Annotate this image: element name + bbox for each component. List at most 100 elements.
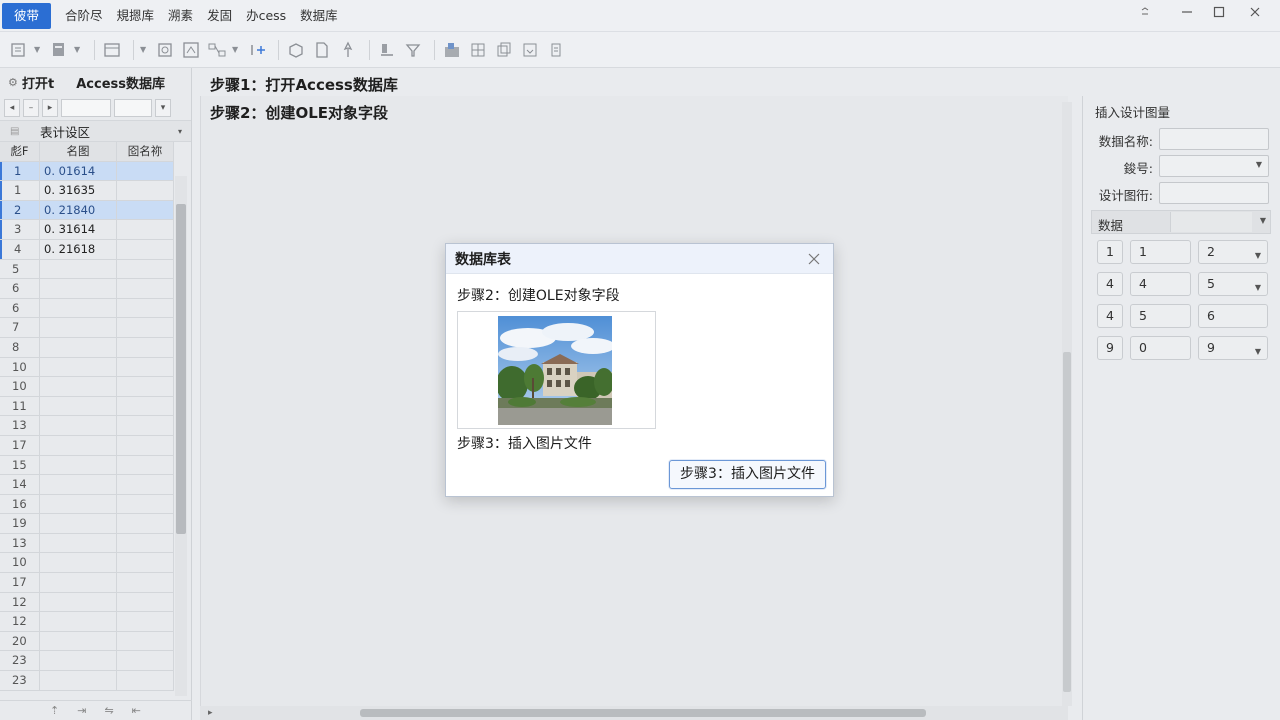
data-value-cell[interactable]: 4: [1130, 272, 1191, 296]
row-number-cell[interactable]: 10: [0, 377, 40, 396]
next-record-button[interactable]: ▸: [42, 99, 58, 117]
link-icon[interactable]: ⇋: [104, 704, 113, 717]
name-cell[interactable]: [40, 631, 117, 651]
data-section-select[interactable]: [1170, 212, 1252, 232]
alias-cell[interactable]: [117, 514, 174, 533]
package-icon[interactable]: [285, 39, 307, 61]
table-row[interactable]: 23: [0, 651, 174, 672]
table-row[interactable]: 19: [0, 514, 174, 534]
table-row[interactable]: 6: [0, 298, 174, 319]
name-cell[interactable]: 0. 21618: [40, 239, 117, 259]
name-cell[interactable]: [40, 298, 117, 318]
menu-item-2[interactable]: 合阶尽: [59, 0, 109, 32]
name-cell[interactable]: [40, 573, 117, 592]
row-number-cell[interactable]: 8: [0, 337, 40, 357]
alias-cell[interactable]: [117, 631, 174, 651]
name-cell[interactable]: [40, 318, 117, 337]
row-number-cell[interactable]: 1: [0, 181, 40, 200]
column-header-name[interactable]: 名图: [40, 142, 117, 161]
gear-icon[interactable]: ⚙: [8, 76, 22, 89]
alias-cell[interactable]: [117, 337, 174, 357]
up-arrow-icon[interactable]: ⇡: [50, 704, 59, 717]
relationships-icon[interactable]: [206, 39, 228, 61]
alias-cell[interactable]: [117, 200, 174, 220]
table-row[interactable]: 5: [0, 259, 174, 280]
help-icon[interactable]: [1128, 0, 1162, 24]
table-row[interactable]: 1 0. 31635: [0, 181, 174, 201]
column-header-alias[interactable]: 囵名祢: [117, 142, 174, 161]
table-row[interactable]: 14: [0, 475, 174, 495]
filter-icon[interactable]: [402, 39, 424, 61]
data-key-cell[interactable]: 4: [1097, 304, 1123, 328]
import-icon[interactable]: [441, 39, 463, 61]
name-cell[interactable]: 0. 01614: [40, 161, 117, 181]
name-cell[interactable]: [40, 592, 117, 612]
name-cell[interactable]: [40, 671, 117, 690]
chevron-down-icon[interactable]: ▾: [178, 127, 182, 136]
name-cell[interactable]: [40, 259, 117, 279]
alias-cell[interactable]: [117, 220, 174, 239]
table-icon[interactable]: [101, 39, 123, 61]
table-row[interactable]: 10: [0, 357, 174, 378]
scroll-thumb[interactable]: [176, 204, 186, 534]
alias-cell[interactable]: [117, 533, 174, 553]
row-number-cell[interactable]: 15: [0, 455, 40, 475]
grid-icon[interactable]: [467, 39, 489, 61]
table-row[interactable]: 10: [0, 377, 174, 397]
name-cell[interactable]: 0. 31635: [40, 181, 117, 200]
table-row[interactable]: 1 0. 01614: [0, 161, 174, 182]
alias-cell[interactable]: [117, 357, 174, 377]
canvas-vertical-scrollbar[interactable]: [1062, 102, 1072, 706]
table-row[interactable]: 11: [0, 396, 174, 417]
data-value-cell[interactable]: 5: [1130, 304, 1191, 328]
name-cell[interactable]: [40, 475, 117, 494]
table-row[interactable]: 12: [0, 612, 174, 632]
row-number-cell[interactable]: 1: [0, 161, 40, 181]
table-row[interactable]: 8: [0, 337, 174, 358]
menu-item-5[interactable]: 发固: [201, 0, 238, 32]
table-row[interactable]: 20: [0, 631, 174, 652]
row-number-cell[interactable]: 16: [0, 494, 40, 514]
query-icon[interactable]: [154, 39, 176, 61]
table-row[interactable]: 3 0. 31614: [0, 220, 174, 240]
data-key-cell[interactable]: 1: [1097, 240, 1123, 264]
row-number-cell[interactable]: 13: [0, 533, 40, 553]
row-number-cell[interactable]: 4: [0, 239, 40, 259]
row-number-cell[interactable]: 5: [0, 259, 40, 279]
row-number-cell[interactable]: 12: [0, 612, 40, 631]
table-row[interactable]: 4 0. 21618: [0, 239, 174, 260]
table-row[interactable]: 13: [0, 533, 174, 554]
name-cell[interactable]: 0. 31614: [40, 220, 117, 239]
attachment-icon[interactable]: [545, 39, 567, 61]
scroll-right-icon[interactable]: ▸: [208, 706, 213, 720]
row-number-cell[interactable]: 6: [0, 298, 40, 318]
name-cell[interactable]: [40, 553, 117, 573]
name-cell[interactable]: [40, 396, 117, 416]
form-icon[interactable]: [8, 39, 30, 61]
menu-item-3[interactable]: 規摁库: [111, 0, 161, 32]
alias-cell[interactable]: [117, 239, 174, 259]
row-number-cell[interactable]: 7: [0, 318, 40, 337]
add-field-icon[interactable]: [246, 39, 268, 61]
close-icon[interactable]: [805, 250, 823, 268]
name-cell[interactable]: [40, 494, 117, 514]
name-cell[interactable]: [40, 337, 117, 357]
alias-cell[interactable]: [117, 612, 174, 631]
column-header-id[interactable]: 彪F: [0, 142, 40, 161]
alias-cell[interactable]: [117, 671, 174, 690]
row-number-cell[interactable]: 11: [0, 396, 40, 416]
row-number-cell[interactable]: 10: [0, 357, 40, 377]
alias-cell[interactable]: [117, 396, 174, 416]
table-row[interactable]: 16: [0, 494, 174, 515]
row-number-cell[interactable]: 23: [0, 671, 40, 690]
row-number-cell[interactable]: 17: [0, 573, 40, 592]
name-cell[interactable]: [40, 533, 117, 553]
data-value-cell[interactable]: 1: [1130, 240, 1191, 264]
chevron-down-icon[interactable]: ▼: [232, 45, 242, 54]
record-search-input[interactable]: [61, 99, 111, 117]
alias-cell[interactable]: [117, 494, 174, 514]
row-number-cell[interactable]: 10: [0, 553, 40, 573]
document-icon[interactable]: [311, 39, 333, 61]
alias-cell[interactable]: [117, 475, 174, 494]
alias-cell[interactable]: [117, 377, 174, 396]
